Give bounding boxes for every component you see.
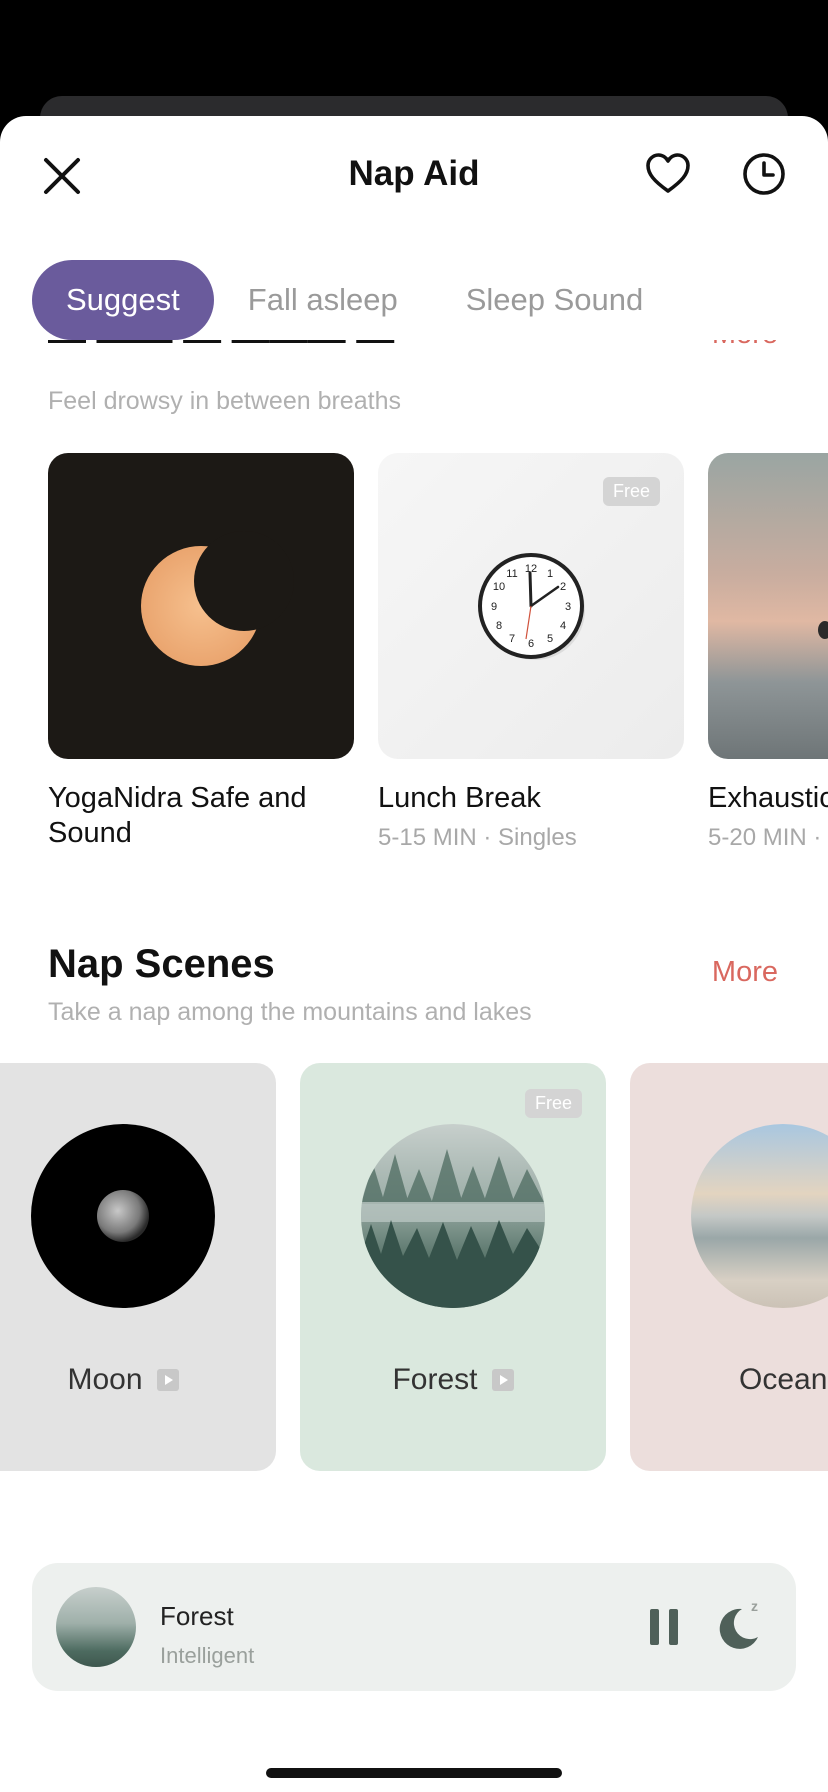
svg-text:3: 3: [565, 601, 571, 613]
tab-fall-asleep[interactable]: Fall asleep: [214, 260, 432, 340]
svg-text:z: z: [751, 1598, 758, 1614]
svg-text:4: 4: [560, 620, 566, 632]
scene-label: Forest: [300, 1363, 606, 1397]
ocean-image: [691, 1124, 828, 1308]
card-title: Lunch Break: [378, 782, 541, 814]
home-indicator[interactable]: [266, 1768, 562, 1778]
scene-name: Moon: [67, 1363, 143, 1396]
section2-more-link[interactable]: More: [712, 956, 778, 989]
svg-text:2: 2: [560, 581, 566, 593]
moon-sleep-icon: z: [719, 1598, 758, 1649]
section2-subtitle: Take a nap among the mountains and lakes: [48, 998, 532, 1026]
clock-icon: [743, 153, 785, 195]
section1-card-row: YogaNidra Safe and Sound 12 1 2 345 678 91…: [0, 453, 828, 873]
svg-text:11: 11: [506, 568, 517, 580]
svg-text:7: 7: [509, 633, 515, 645]
scene-label: Ocean: [630, 1363, 828, 1397]
silhouette-shape: [818, 621, 828, 639]
content-card[interactable]: YogaNidra Safe and Sound: [48, 453, 354, 851]
play-icon: [491, 1369, 514, 1391]
card-thumbnail: [708, 453, 828, 759]
crescent-moon-image: [141, 531, 294, 666]
scene-card-moon[interactable]: Moon: [0, 1063, 276, 1471]
forest-image: [361, 1149, 545, 1308]
section2-title: Nap Scenes: [48, 942, 275, 986]
mini-player[interactable]: Forest Intelligent z: [32, 1563, 796, 1691]
section1-title-partial: ▬ ▬▬ ▬ ▬▬▬ ▬: [48, 340, 394, 353]
card-meta: 5-15 MIN · Singles: [378, 824, 577, 851]
free-badge: Free: [524, 1089, 582, 1118]
card-thumbnail: 12 1 2 345 678 9 10 11 Free: [378, 453, 684, 759]
category-tabs: Suggest Fall asleep Sleep Sound: [32, 260, 677, 340]
screen: Nap Aid Suggest Fall asleep Sleep Sound …: [0, 0, 828, 1792]
scene-name: Ocean: [739, 1363, 828, 1396]
card-meta: 5-20 MIN ·: [708, 824, 822, 851]
scene-card-forest[interactable]: Free Forest: [300, 1063, 606, 1471]
scene-image: [361, 1124, 545, 1308]
player-artwork: [56, 1587, 136, 1667]
card-title: YogaNidra Safe and Sound: [48, 782, 307, 849]
history-button[interactable]: [740, 150, 788, 198]
svg-text:6: 6: [528, 638, 534, 650]
content-card[interactable]: Exhaustic 5-20 MIN ·: [708, 453, 828, 852]
svg-text:1: 1: [547, 568, 553, 580]
nap-aid-sheet: Nap Aid Suggest Fall asleep Sleep Sound …: [0, 116, 828, 1792]
sleep-timer-button[interactable]: z: [718, 1597, 766, 1649]
svg-text:10: 10: [493, 581, 505, 593]
svg-text:5: 5: [547, 633, 553, 645]
pause-icon: [650, 1609, 678, 1645]
free-badge: Free: [602, 477, 660, 506]
play-icon: [156, 1369, 179, 1391]
section1-subtitle: Feel drowsy in between breaths: [48, 387, 401, 415]
svg-text:8: 8: [496, 620, 502, 632]
card-title: Exhaustic: [708, 782, 828, 814]
player-subtitle: Intelligent: [160, 1643, 255, 1668]
scene-image: [31, 1124, 215, 1308]
favorites-button[interactable]: [644, 150, 692, 198]
tab-sleep-sound[interactable]: Sleep Sound: [432, 260, 678, 340]
player-title: Forest: [160, 1601, 234, 1631]
scene-card-ocean[interactable]: Ocean: [630, 1063, 828, 1471]
moon-image: [97, 1190, 149, 1242]
card-thumbnail: [48, 453, 354, 759]
page-title: Nap Aid: [348, 154, 480, 193]
content-card[interactable]: 12 1 2 345 678 9 10 11 Free Lunch Break 5-15…: [378, 453, 684, 852]
heart-icon: [646, 153, 690, 193]
pause-button[interactable]: [644, 1607, 684, 1647]
svg-text:9: 9: [491, 601, 497, 613]
section1-more-link[interactable]: More: [712, 340, 778, 351]
scene-name: Forest: [392, 1363, 478, 1396]
tab-suggest[interactable]: Suggest: [32, 260, 214, 340]
scene-label: Moon: [0, 1363, 276, 1397]
